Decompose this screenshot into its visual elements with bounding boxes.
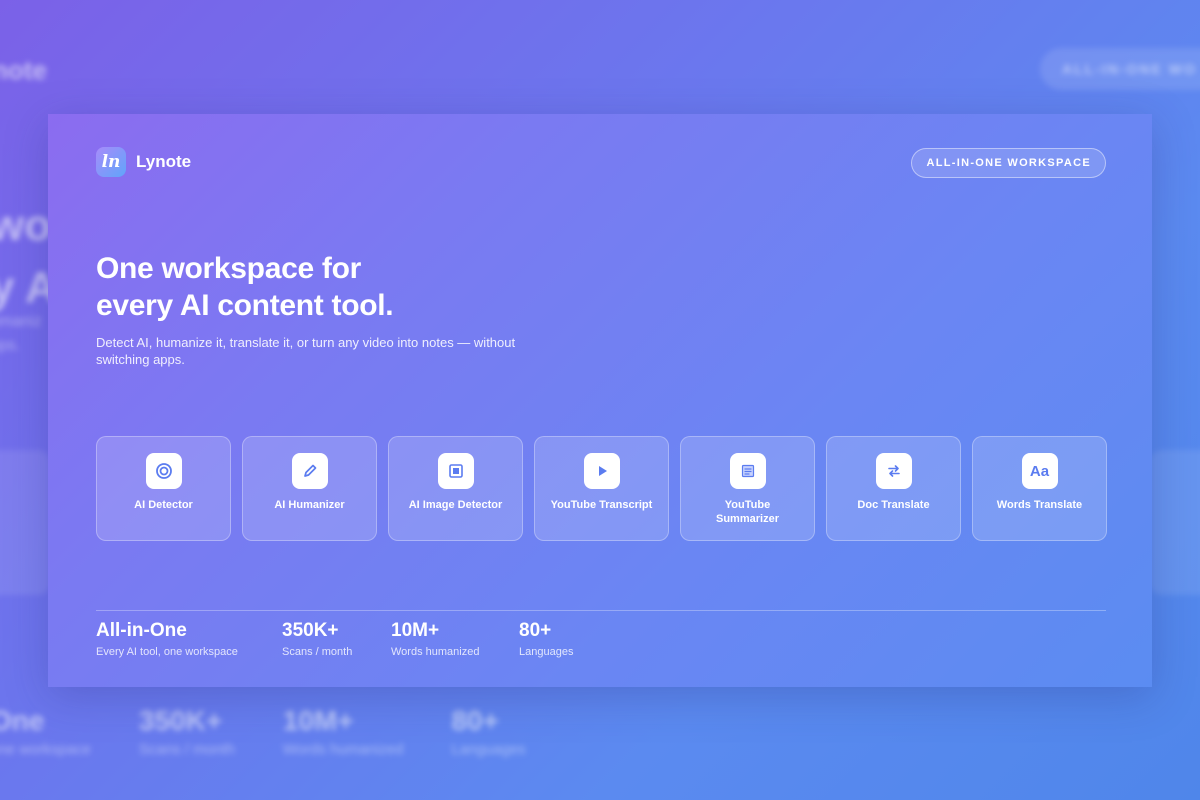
tool-label: YouTube Summarizer [716,499,779,525]
stats-divider [96,610,1106,611]
ghost-stat: 10M+ Words humanized [282,705,404,758]
ghost-stat: 350K+ Scans / month [138,705,235,758]
ghost-stat: 80+ Languages [451,705,526,758]
document-lines-icon [729,453,766,489]
stat-label: Languages [519,646,574,658]
tool-card-words-translate[interactable]: Aa Words Translate [972,436,1107,541]
tool-card-ai-image-detector[interactable]: AI Image Detector [388,436,523,541]
ghost-stat: One one workspace [0,705,91,758]
tool-label: AI Humanizer [274,499,345,511]
play-icon [583,453,620,489]
headline-line-1: One workspace for [96,252,361,285]
stat-value: 350K+ [282,620,339,641]
tool-card-doc-translate[interactable]: Doc Translate [826,436,961,541]
ghost-tool-card-right [1150,450,1200,595]
tool-grid: AI Detector AI Humanizer AI Image Detect… [96,436,1107,541]
stat-value: 10M+ [391,620,440,641]
target-icon [145,453,182,489]
ghost-tool-card-left [0,450,50,595]
brand-name: Lynote [136,152,192,171]
tool-card-ai-humanizer[interactable]: AI Humanizer [242,436,377,541]
tool-label: AI Detector [134,499,193,511]
stat-languages: 80+ Languages [519,620,573,658]
swap-arrows-icon [875,453,912,489]
brand[interactable]: ln Lynote [96,147,191,177]
stat-label: Every AI tool, one workspace [96,646,238,658]
ghost-pill: ALL-IN-ONE WO [1040,48,1200,90]
ghost-subtext: umaniz pps. [0,313,42,354]
pen-icon [291,453,328,489]
stat-value: 80+ [519,620,552,641]
hero-card: ln Lynote ALL-IN-ONE WORKSPACE One works… [48,114,1152,687]
stat-scans: 350K+ Scans / month [282,620,352,658]
ghost-brand-text: note [0,55,47,85]
stat-value: All-in-One [96,620,187,641]
stat-label: Words humanized [391,646,480,658]
stat-label: Scans / month [282,646,353,658]
stat-all-in-one: All-in-One Every AI tool, one workspace [96,620,238,658]
workspace-tag-pill: ALL-IN-ONE WORKSPACE [911,148,1106,178]
image-frame-icon [437,453,474,489]
ghost-stats-row: One one workspace 350K+ Scans / month 10… [0,705,526,758]
tool-label: Doc Translate [857,499,930,511]
tool-label: YouTube Transcript [550,499,653,511]
stat-words: 10M+ Words humanized [391,620,479,658]
tool-card-youtube-transcript[interactable]: YouTube Transcript [534,436,669,541]
headline-line-2: every AI content tool. [96,289,394,322]
page-title: One workspace for every AI content tool. [96,250,394,324]
hero-subtext: Detect AI, humanize it, translate it, or… [96,335,516,367]
tool-card-ai-detector[interactable]: AI Detector [96,436,231,541]
tool-card-youtube-summarizer[interactable]: YouTube Summarizer [680,436,815,541]
lynote-logo-icon: ln [96,147,126,177]
tool-label: AI Image Detector [408,499,503,511]
tool-label: Words Translate [996,499,1083,511]
font-aa-icon: Aa [1021,453,1058,489]
